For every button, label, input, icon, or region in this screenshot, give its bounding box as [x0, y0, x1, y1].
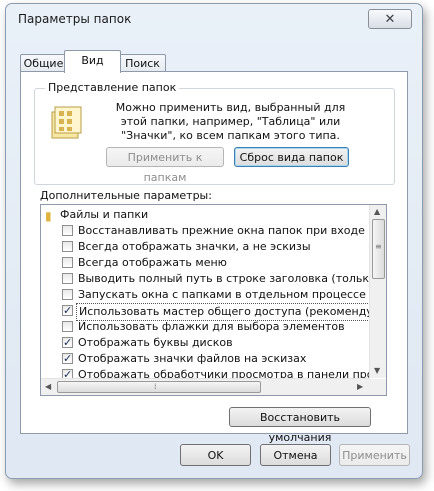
- list-item[interactable]: Всегда отображать меню: [41, 255, 370, 271]
- horizontal-scrollbar[interactable]: ◀ ⁞ ▶: [41, 378, 370, 395]
- advanced-settings-list[interactable]: ▮ Файлы и папки Восстанавливать прежние …: [40, 204, 387, 396]
- apply-to-folders-button[interactable]: Применить к папкам: [106, 147, 224, 184]
- list-item-selected[interactable]: Использовать мастер общего доступа (реко…: [41, 303, 386, 321]
- ok-button[interactable]: OK: [180, 444, 251, 466]
- scroll-left-icon[interactable]: ◀: [45, 383, 51, 391]
- list-item[interactable]: Выводить полный путь в строке заголовка …: [41, 271, 386, 287]
- grip-icon: ⁞: [154, 382, 157, 391]
- list-item[interactable]: Отображать буквы дисков: [41, 335, 370, 351]
- checkbox-icon[interactable]: [62, 289, 73, 300]
- folder-icon: ▮: [45, 209, 52, 223]
- checkbox-icon[interactable]: [62, 321, 73, 332]
- scroll-corner: [370, 379, 386, 395]
- close-button[interactable]: ✕: [368, 9, 412, 29]
- checkbox-icon[interactable]: [62, 241, 73, 252]
- folder-views-group: Представление папок Можно применить вид,…: [34, 81, 395, 185]
- scroll-right-icon[interactable]: ▶: [357, 383, 363, 391]
- window-title: Параметры папок: [18, 12, 132, 26]
- tab-panel-view: Представление папок Можно применить вид,…: [20, 71, 408, 444]
- list-item[interactable]: Использовать флажки для выбора элементов: [41, 319, 370, 335]
- list-item[interactable]: Отображать значки файлов на эскизах: [41, 351, 370, 367]
- close-icon: ✕: [384, 11, 396, 27]
- checkbox-icon[interactable]: [62, 225, 73, 236]
- tab-view[interactable]: Вид: [64, 50, 121, 73]
- scroll-down-icon[interactable]: ▼: [374, 367, 380, 375]
- restore-defaults-button[interactable]: Восстановить умолчания: [229, 407, 371, 444]
- list-item[interactable]: Всегда отображать значки, а не эскизы: [41, 239, 370, 255]
- folder-views-title: Представление папок: [45, 81, 180, 94]
- tab-search[interactable]: Поиск: [119, 54, 166, 72]
- folder-options-dialog: Параметры папок ✕ Общие Вид Поиск Предст…: [5, 3, 423, 479]
- folder-views-description: Можно применить вид, выбранный для этой …: [115, 101, 346, 142]
- checkbox-icon[interactable]: [62, 351, 73, 367]
- tab-general[interactable]: Общие: [20, 54, 67, 72]
- cancel-button[interactable]: Отмена: [260, 444, 331, 466]
- checkbox-icon[interactable]: [62, 257, 73, 268]
- list-item[interactable]: Запускать окна с папками в отдельном про…: [41, 287, 370, 303]
- grip-icon: ≡: [375, 242, 382, 251]
- vertical-scrollbar[interactable]: ▲ ≡ ▼: [369, 205, 386, 378]
- apply-button[interactable]: Применить: [339, 444, 410, 466]
- list-item[interactable]: Восстанавливать прежние окна папок при в…: [41, 223, 386, 239]
- horizontal-scroll-thumb[interactable]: ⁞: [57, 381, 261, 393]
- checkbox-icon[interactable]: [62, 335, 73, 351]
- folder-options-icon: [51, 106, 82, 139]
- advanced-settings-label: Дополнительные параметры:: [40, 189, 212, 202]
- scroll-up-icon[interactable]: ▲: [374, 208, 380, 216]
- checkbox-icon[interactable]: [62, 303, 73, 319]
- vertical-scroll-thumb[interactable]: ≡: [372, 219, 385, 279]
- checkbox-icon[interactable]: [62, 273, 73, 284]
- reset-folders-button[interactable]: Сброс вида папок: [234, 147, 349, 167]
